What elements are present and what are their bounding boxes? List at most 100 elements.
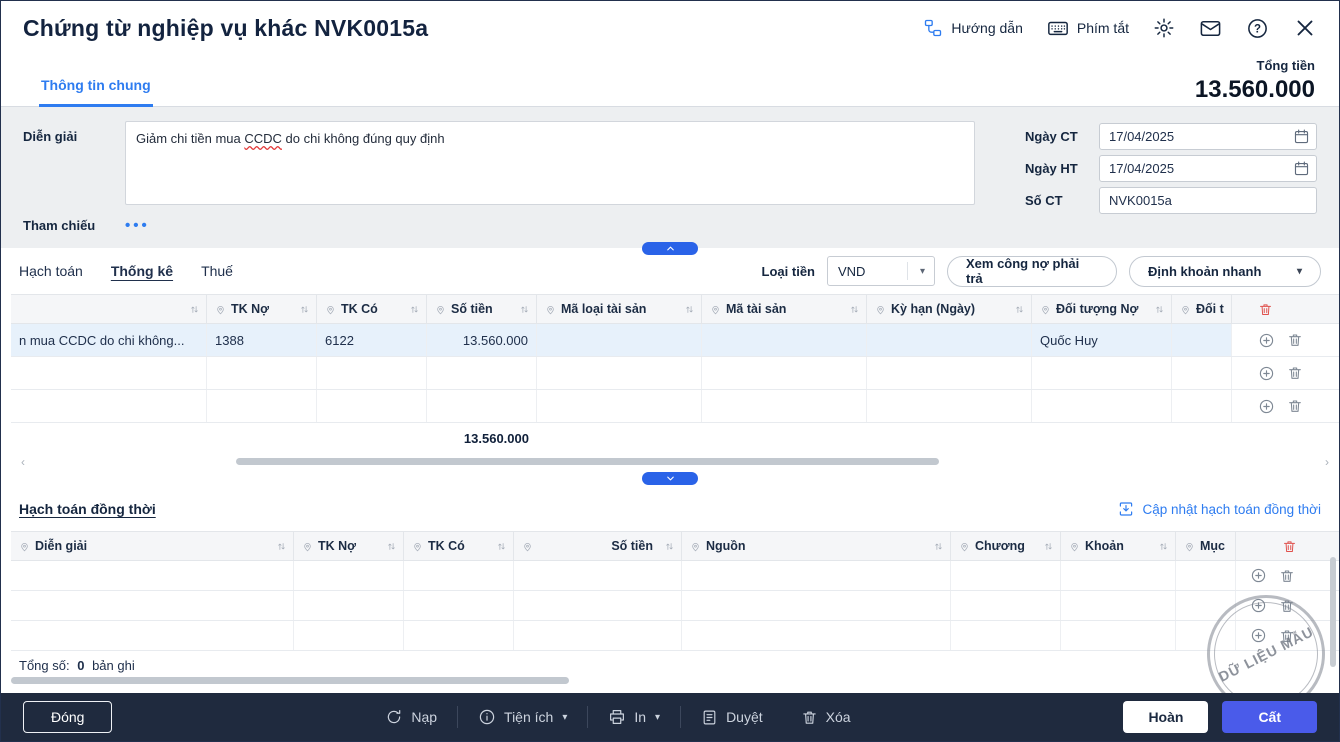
column-header-debtor[interactable]: Đối tượng Nợ (1032, 295, 1172, 323)
pin-icon[interactable] (215, 304, 226, 315)
collapse-detail-button[interactable] (642, 472, 698, 485)
sort-icon[interactable] (519, 304, 530, 315)
table-row[interactable]: n mua CCDC do chi không... 1388 6122 13.… (11, 324, 1339, 357)
sort-icon[interactable] (1154, 304, 1165, 315)
add-row-icon[interactable] (1258, 332, 1275, 349)
sort-icon[interactable] (933, 541, 944, 552)
doc-no-input[interactable]: NVK0015a (1099, 187, 1317, 214)
pin-icon[interactable] (325, 304, 336, 315)
view-payables-button[interactable]: Xem công nợ phải trả (947, 256, 1117, 287)
pin-icon[interactable] (1180, 304, 1191, 315)
help-icon[interactable] (1246, 17, 1269, 40)
sort-icon[interactable] (409, 304, 420, 315)
sort-icon[interactable] (496, 541, 507, 552)
cell-debit-account[interactable]: 1388 (207, 324, 317, 356)
calendar-icon[interactable] (1293, 128, 1310, 145)
scroll-left-arrow[interactable]: ‹ (21, 455, 25, 469)
pin-icon[interactable] (710, 304, 721, 315)
column-header-debit-account[interactable]: TK Nợ (207, 295, 317, 323)
tab-general-info[interactable]: Thông tin chung (39, 77, 153, 107)
pin-icon[interactable] (522, 541, 533, 552)
add-row-icon[interactable] (1250, 567, 1267, 584)
column-header-item[interactable]: Khoản (1061, 532, 1176, 560)
pin-icon[interactable] (412, 541, 423, 552)
approve-button[interactable]: Duyệt (701, 709, 763, 726)
trash-icon[interactable] (1287, 332, 1303, 348)
column-header-term-days[interactable]: Kỳ hạn (Ngày) (867, 295, 1032, 323)
sort-icon[interactable] (664, 541, 675, 552)
sort-icon[interactable] (386, 541, 397, 552)
cell-clipped[interactable] (1172, 324, 1232, 356)
column-header-chapter[interactable]: Chương (951, 532, 1061, 560)
sort-icon[interactable] (299, 304, 310, 315)
pin-icon[interactable] (959, 541, 970, 552)
column-header-clipped[interactable]: Đối t (1172, 295, 1232, 323)
cell-credit-account[interactable]: 6122 (317, 324, 427, 356)
column-header-description[interactable] (11, 295, 207, 323)
calendar-icon[interactable] (1293, 160, 1310, 177)
guide-link[interactable]: Hướng dẫn (923, 18, 1022, 38)
mail-icon[interactable] (1199, 17, 1222, 40)
shortcuts-link[interactable]: Phím tắt (1047, 17, 1129, 39)
column-header-sub-item[interactable]: Mục (1176, 532, 1236, 560)
utilities-button[interactable]: Tiện ích ▾ (478, 708, 567, 726)
reload-button[interactable]: Nạp (385, 708, 437, 726)
close-button[interactable]: Đóng (23, 701, 112, 733)
close-icon[interactable] (1293, 16, 1317, 40)
pin-icon[interactable] (690, 541, 701, 552)
sort-icon[interactable] (684, 304, 695, 315)
cell-term-days[interactable] (867, 324, 1032, 356)
cell-debtor[interactable]: Quốc Huy (1032, 324, 1172, 356)
pin-icon[interactable] (1184, 541, 1195, 552)
column-header-description[interactable]: Diễn giải (11, 532, 294, 560)
tab-thong-ke[interactable]: Thống kê (111, 263, 173, 279)
add-row-icon[interactable] (1258, 398, 1275, 415)
column-header-asset-code[interactable]: Mã tài sản (702, 295, 867, 323)
pin-icon[interactable] (435, 304, 446, 315)
currency-select[interactable]: VND ▾ (827, 256, 935, 286)
tab-hach-toan[interactable]: Hạch toán (19, 263, 83, 279)
column-header-source[interactable]: Nguồn (682, 532, 951, 560)
collapse-header-button[interactable] (642, 242, 698, 255)
sort-icon[interactable] (1158, 541, 1169, 552)
table-row[interactable] (11, 390, 1339, 423)
sort-icon[interactable] (849, 304, 860, 315)
column-header-asset-type[interactable]: Mã loại tài sản (537, 295, 702, 323)
quick-entry-button[interactable]: Định khoản nhanh ▾ (1129, 256, 1321, 287)
trash-icon[interactable] (1279, 568, 1295, 584)
tab-thue[interactable]: Thuế (201, 263, 233, 279)
sort-icon[interactable] (1043, 541, 1054, 552)
table-row[interactable] (11, 621, 1339, 651)
cell-asset-code[interactable] (702, 324, 867, 356)
delete-button[interactable]: Xóa (801, 709, 851, 726)
scrollbar-thumb[interactable] (236, 458, 939, 465)
sort-icon[interactable] (189, 304, 200, 315)
column-header-credit-account[interactable]: TK Có (404, 532, 514, 560)
column-header-credit-account[interactable]: TK Có (317, 295, 427, 323)
save-button[interactable]: Cất (1222, 701, 1317, 733)
add-row-icon[interactable] (1258, 365, 1275, 382)
description-input[interactable]: Giảm chi tiền mua CCDC do chi không đúng… (125, 121, 975, 205)
pin-icon[interactable] (1040, 304, 1051, 315)
table-row[interactable] (11, 357, 1339, 390)
doc-date-input[interactable]: 17/04/2025 (1099, 123, 1317, 150)
pin-icon[interactable] (875, 304, 886, 315)
table-row[interactable] (11, 561, 1339, 591)
pin-icon[interactable] (545, 304, 556, 315)
update-simultaneous-link[interactable]: Cập nhật hạch toán đồng thời (1117, 500, 1322, 518)
trash-icon[interactable] (1258, 302, 1273, 317)
trash-icon[interactable] (1287, 365, 1303, 381)
column-header-amount[interactable]: Số tiền (427, 295, 537, 323)
trash-icon[interactable] (1287, 398, 1303, 414)
scrollbar-thumb[interactable] (11, 677, 569, 684)
cell-asset-type[interactable] (537, 324, 702, 356)
pin-icon[interactable] (19, 541, 30, 552)
sort-icon[interactable] (276, 541, 287, 552)
post-date-input[interactable]: 17/04/2025 (1099, 155, 1317, 182)
pin-icon[interactable] (302, 541, 313, 552)
trash-icon[interactable] (1282, 539, 1297, 554)
vertical-scrollbar-thumb[interactable] (1330, 557, 1336, 667)
cell-description[interactable]: n mua CCDC do chi không... (11, 324, 207, 356)
table-row[interactable] (11, 591, 1339, 621)
cell-amount[interactable]: 13.560.000 (427, 324, 537, 356)
